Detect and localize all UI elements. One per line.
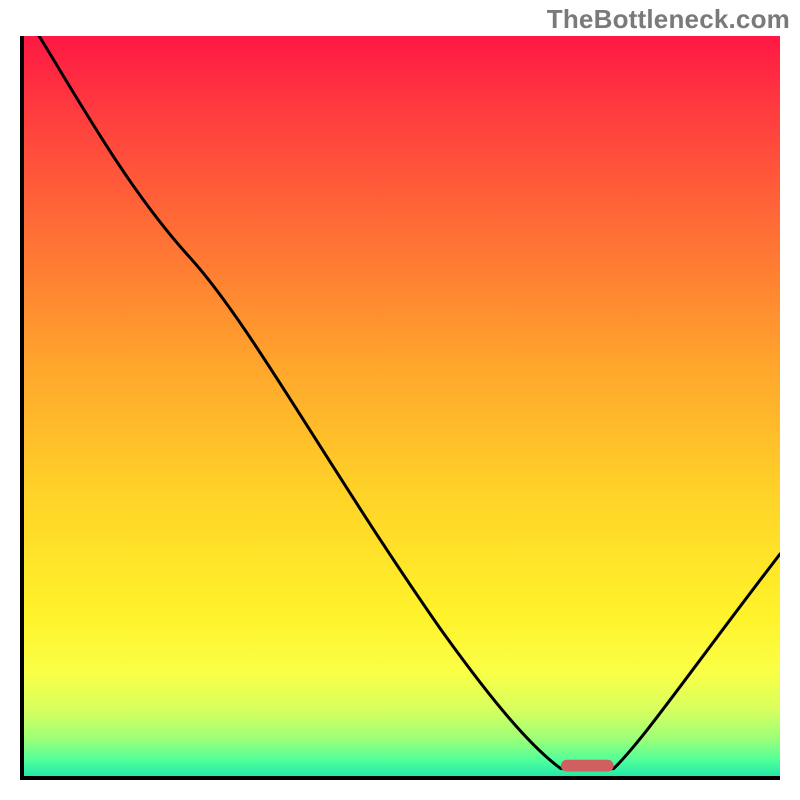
- chart-container: TheBottleneck.com: [0, 0, 800, 800]
- watermark-label: TheBottleneck.com: [547, 4, 790, 35]
- chart-svg: [24, 36, 780, 776]
- optimal-range-marker: [561, 760, 614, 772]
- bottleneck-curve: [39, 36, 780, 769]
- plot-area: [20, 36, 780, 780]
